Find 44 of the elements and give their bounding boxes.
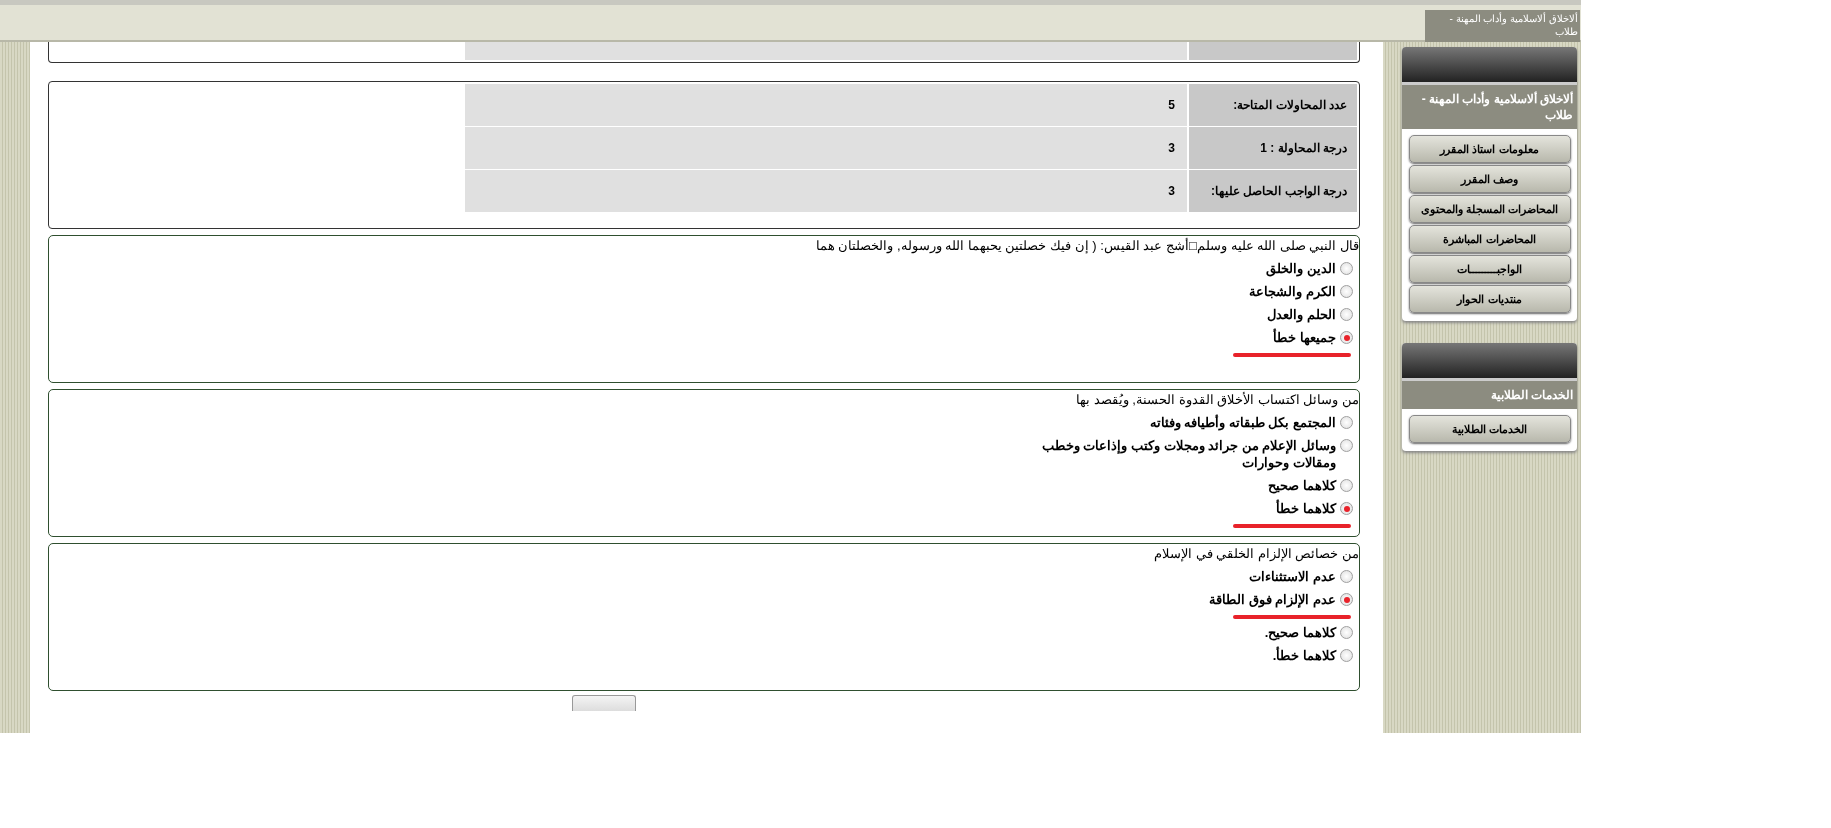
- question-text: من وسائل اكتساب الأخلاق القدوة الحسنة, ويُقصد بها: [1075, 392, 1359, 407]
- option-label: عدم الاستثناءات: [1249, 568, 1336, 585]
- menu-button[interactable]: الواجبـــــــــات: [1408, 255, 1571, 283]
- option-label: كلاهما صحيح.: [1264, 624, 1336, 641]
- menu-button[interactable]: وصف المقرر: [1408, 165, 1571, 193]
- menu-button[interactable]: الخدمات الطلابية: [1408, 415, 1571, 443]
- course-title: ألاخلاق ألاسلامية وأداب المهنة - طلاب: [1425, 10, 1580, 42]
- option-label: كلاهما خطأ: [1276, 500, 1336, 517]
- field-label: درجة المحاولة : 1: [1189, 127, 1357, 169]
- radio-button[interactable]: [1340, 626, 1353, 639]
- option-label: الدين والخلق: [1266, 260, 1336, 277]
- question-text: من خصائص الإلزام الخلقي في الإسلام: [1152, 546, 1359, 561]
- radio-button[interactable]: [1340, 439, 1353, 452]
- option-label: المجتمع بكل طبقاته وأطيافه وفئاته: [1149, 414, 1336, 431]
- field-value: 5: [465, 84, 1187, 126]
- option-label: جميعها خطأ: [1273, 329, 1336, 346]
- option-label: الكرم والشجاعة: [1249, 283, 1336, 300]
- panel-title: ألاخلاق ألاسلامية وأداب المهنة - طلاب: [1402, 85, 1577, 129]
- radio-button[interactable]: [1340, 479, 1353, 492]
- submit-button[interactable]: [572, 695, 636, 711]
- question-text: قال النبي صلى الله عليه وسلم□أشج عبد القيس: ( إن فيك خصلتين يحبهما الله ورسوله, والخصلتان هما: [814, 238, 1359, 253]
- radio-button[interactable]: [1340, 262, 1353, 275]
- radio-button[interactable]: [1340, 285, 1353, 298]
- radio-button[interactable]: [1340, 593, 1353, 606]
- radio-button[interactable]: [1340, 649, 1353, 662]
- option-label: عدم الإلزام فوق الطاقة: [1209, 591, 1336, 608]
- option-label: كلاهما صحيح: [1268, 477, 1336, 494]
- option-label: وسائل الإعلام من جرائد ومجلات وكتب وإذاعات وخطب ومقالات وحوارات: [1040, 437, 1336, 471]
- radio-button[interactable]: [1340, 570, 1353, 583]
- field-value: 3: [465, 127, 1187, 169]
- field-label: درجة الواجب الحاصل عليها:: [1189, 170, 1357, 212]
- option-label: كلاهما خطأ.: [1272, 647, 1336, 664]
- panel-title: الخدمات الطلابية: [1402, 381, 1577, 409]
- menu-button[interactable]: المحاضرات المباشرة: [1408, 225, 1571, 253]
- field-label: عدد المحاولات المتاحة:: [1189, 84, 1357, 126]
- field-value: 3: [465, 170, 1187, 212]
- menu-button[interactable]: منتديات الحوار: [1408, 285, 1571, 313]
- radio-button[interactable]: [1340, 331, 1353, 344]
- menu-button[interactable]: المحاضرات المسجلة والمحتوى: [1408, 195, 1571, 223]
- radio-button[interactable]: [1340, 308, 1353, 321]
- option-label: الحلم والعدل: [1267, 306, 1336, 323]
- radio-button[interactable]: [1340, 502, 1353, 515]
- menu-button[interactable]: معلومات استاذ المقرر: [1408, 135, 1571, 163]
- radio-button[interactable]: [1340, 416, 1353, 429]
